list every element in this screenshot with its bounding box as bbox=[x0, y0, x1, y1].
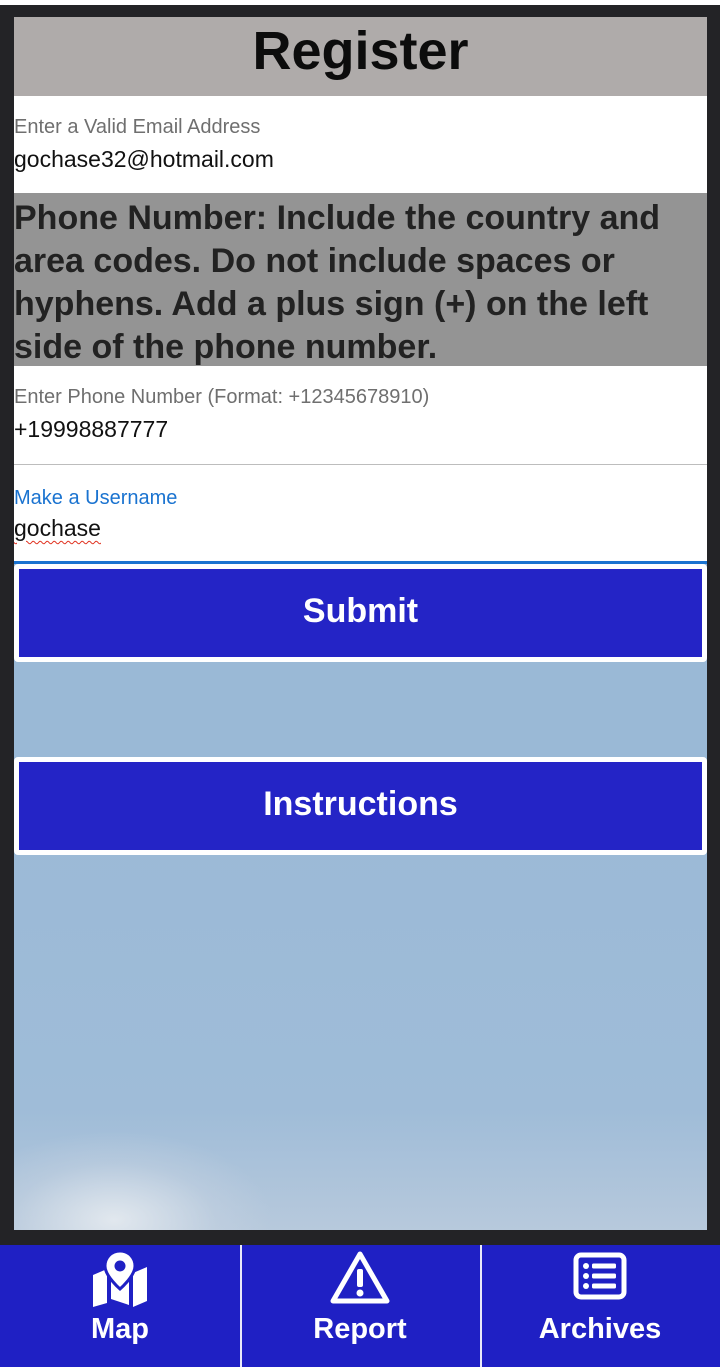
register-screen: Register Enter a Valid Email Address goc… bbox=[14, 17, 707, 1230]
nav-label-archives: Archives bbox=[538, 1313, 662, 1345]
nav-label-report: Report bbox=[313, 1313, 407, 1345]
nav-divider bbox=[480, 1245, 482, 1367]
background-cloud bbox=[14, 1130, 274, 1230]
phone-instructions-notice: Phone Number: Include the country and ar… bbox=[14, 193, 707, 366]
phone-field[interactable]: Enter Phone Number (Format: +12345678910… bbox=[14, 366, 707, 465]
app-frame: Register Enter a Valid Email Address goc… bbox=[0, 5, 720, 1245]
phone-notice-text: Phone Number: Include the country and ar… bbox=[14, 199, 661, 366]
nav-label-map: Map bbox=[91, 1313, 149, 1345]
page-title: Register bbox=[252, 21, 469, 81]
phone-input[interactable]: +19998887777 bbox=[14, 416, 168, 443]
nav-divider bbox=[240, 1245, 242, 1367]
username-field[interactable]: Make a Username gochase bbox=[14, 465, 707, 564]
submit-button[interactable]: Submit bbox=[14, 564, 707, 662]
phone-label: Enter Phone Number (Format: +12345678910… bbox=[14, 386, 430, 408]
list-icon bbox=[569, 1249, 631, 1312]
username-label: Make a Username bbox=[14, 487, 178, 509]
nav-item-archives[interactable]: Archives bbox=[480, 1245, 720, 1367]
bottom-nav: Map Report Archives bbox=[0, 1245, 720, 1367]
email-field[interactable]: Enter a Valid Email Address gochase32@ho… bbox=[14, 96, 707, 193]
nav-item-map[interactable]: Map bbox=[0, 1245, 240, 1367]
username-input[interactable]: gochase bbox=[14, 515, 101, 542]
email-label: Enter a Valid Email Address bbox=[14, 116, 261, 138]
warning-icon bbox=[329, 1249, 391, 1312]
instructions-button[interactable]: Instructions bbox=[14, 757, 707, 855]
email-input[interactable]: gochase32@hotmail.com bbox=[14, 146, 274, 173]
nav-item-report[interactable]: Report bbox=[240, 1245, 480, 1367]
page-header: Register bbox=[14, 17, 707, 96]
map-icon bbox=[89, 1249, 151, 1312]
